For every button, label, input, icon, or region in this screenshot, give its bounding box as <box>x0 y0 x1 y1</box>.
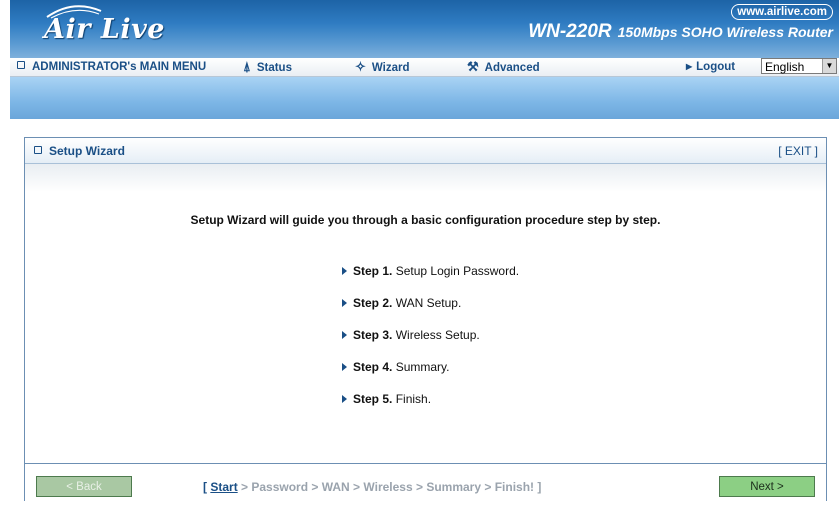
step-text: Finish. <box>395 392 432 406</box>
model-name: WN-220R <box>528 21 612 42</box>
bullet-triangle-icon <box>342 267 347 275</box>
menu-wizard[interactable]: ✧ Wizard <box>355 58 410 76</box>
menu-logout-label: Logout <box>696 61 736 73</box>
breadcrumb-current[interactable]: Start <box>210 480 237 494</box>
wizard-wand-icon: ✧ <box>355 59 366 74</box>
step-item: Step 4. Summary. <box>342 360 519 392</box>
model-title: WN-220R 150Mbps SOHO Wireless Router <box>528 21 833 43</box>
router-admin-page: Air Live www.airlive.com WN-220R 150Mbps … <box>10 0 839 505</box>
wizard-intro-text: Setup Wizard will guide you through a ba… <box>190 213 661 227</box>
step-number: Step 4. <box>353 360 393 374</box>
step-item: Step 5. Finish. <box>342 392 519 424</box>
menu-main-label: ADMINISTRATOR's MAIN MENU <box>32 61 207 73</box>
dropdown-arrow-icon[interactable]: ▼ <box>822 59 836 73</box>
bullet-triangle-icon <box>342 299 347 307</box>
step-number: Step 1. <box>353 264 393 278</box>
menu-status-label: Status <box>256 62 292 74</box>
airlive-logo: Air Live <box>44 14 165 45</box>
breadcrumb-rest: > Password > WAN > Wireless > Summary > … <box>237 480 542 494</box>
step-text: Setup Login Password. <box>395 264 520 278</box>
bullet-triangle-icon <box>342 395 347 403</box>
step-item: Step 3. Wireless Setup. <box>342 328 519 360</box>
menu-logout[interactable]: ▶ Logout <box>686 58 735 76</box>
next-button[interactable]: Next > <box>719 476 815 497</box>
wizard-breadcrumb: [ Start > Password > WAN > Wireless > Su… <box>203 480 541 494</box>
bullet-triangle-icon <box>342 363 347 371</box>
menu-advanced-label: Advanced <box>484 62 540 74</box>
step-number: Step 2. <box>353 296 393 310</box>
bullet-triangle-icon <box>342 331 347 339</box>
menu-main[interactable]: ADMINISTRATOR's MAIN MENU <box>17 58 206 76</box>
step-list: Step 1. Setup Login Password. Step 2. WA… <box>342 264 519 424</box>
step-number: Step 5. <box>353 392 393 406</box>
step-text: Wireless Setup. <box>395 328 480 342</box>
exit-link[interactable]: [ EXIT ] <box>778 144 818 158</box>
setup-wizard-panel: Setup Wizard [ EXIT ] Setup Wizard will … <box>24 137 827 501</box>
advanced-tools-icon: ⚒ <box>467 59 479 74</box>
step-number: Step 3. <box>353 328 393 342</box>
website-badge: www.airlive.com <box>731 4 833 20</box>
blue-banner-strip <box>10 77 839 119</box>
step-item: Step 2. WAN Setup. <box>342 296 519 328</box>
status-person-icon: ⍋ <box>243 59 251 74</box>
language-select[interactable]: English ▼ <box>761 58 837 74</box>
panel-title-label: Setup Wizard <box>49 144 125 158</box>
back-button[interactable]: < Back <box>36 476 132 497</box>
language-value: English <box>765 60 805 74</box>
panel-title: Setup Wizard <box>34 144 125 158</box>
square-bullet-icon <box>17 61 25 69</box>
logout-arrow-icon: ▶ <box>686 62 693 71</box>
square-bullet-icon <box>34 146 42 154</box>
menu-status[interactable]: ⍋ Status <box>243 58 292 76</box>
menu-wizard-label: Wizard <box>371 62 410 74</box>
step-item: Step 1. Setup Login Password. <box>342 264 519 296</box>
step-text: WAN Setup. <box>395 296 462 310</box>
panel-body: Setup Wizard will guide you through a ba… <box>25 164 826 462</box>
main-menu-bar: ADMINISTRATOR's MAIN MENU ⍋ Status ✧ Wizar… <box>10 58 839 77</box>
wizard-footer: < Back [ Start > Password > WAN > Wirele… <box>25 463 826 501</box>
model-description: 150Mbps SOHO Wireless Router <box>617 24 833 40</box>
menu-advanced[interactable]: ⚒ Advanced <box>467 58 540 76</box>
header-banner: Air Live www.airlive.com WN-220R 150Mbps … <box>10 0 839 58</box>
panel-header: Setup Wizard [ EXIT ] <box>25 138 826 164</box>
step-text: Summary. <box>395 360 450 374</box>
